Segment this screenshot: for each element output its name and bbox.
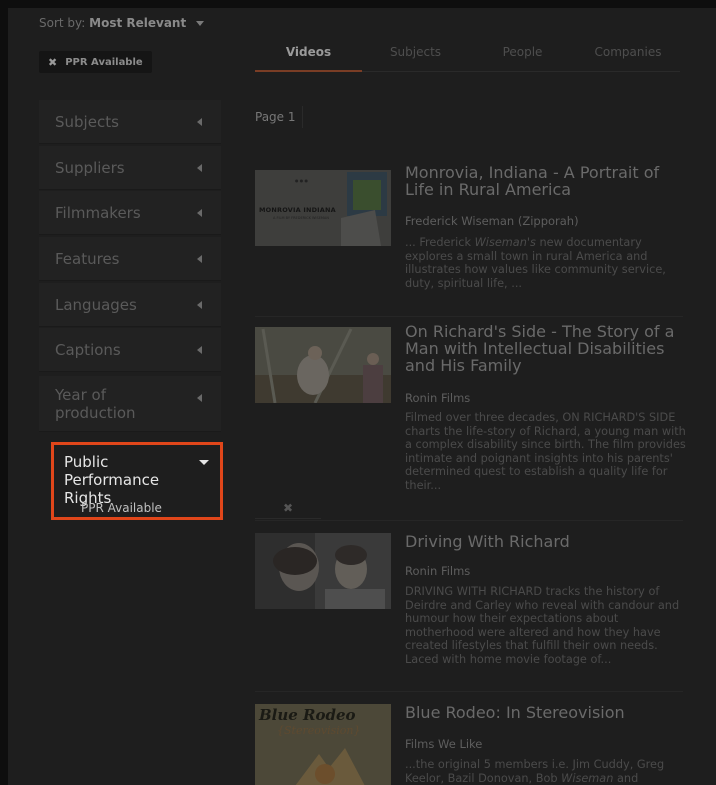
svg-text:● ● ●: ● ● ●: [295, 178, 309, 183]
result-title[interactable]: Blue Rodeo: In Stereovision: [405, 704, 685, 721]
facet-label: Year of production: [55, 386, 136, 422]
result-title[interactable]: On Richard's Side - The Story of a Man w…: [405, 323, 685, 374]
result-description: Filmed over three decades, ON RICHARD'S …: [405, 411, 686, 492]
result-description: DRIVING WITH RICHARD tracks the history …: [405, 585, 680, 666]
facet-label: Captions: [55, 340, 121, 359]
video-thumbnail[interactable]: [255, 533, 391, 609]
chevron-down-icon: [196, 21, 205, 26]
thumbnail-title: MONROVIA INDIANA: [259, 206, 336, 214]
result-title[interactable]: Driving With Richard: [405, 533, 685, 550]
caret-left-icon: [197, 117, 202, 126]
result-supplier[interactable]: Frederick Wiseman (Zipporah): [405, 214, 579, 228]
result-title[interactable]: Monrovia, Indiana - A Portrait of Life i…: [405, 164, 685, 198]
facet-filmmakers[interactable]: Filmmakers: [39, 191, 221, 235]
result-item[interactable]: On Richard's Side - The Story of a Man w…: [255, 316, 686, 492]
result-supplier[interactable]: Ronin Films: [405, 391, 470, 405]
close-icon[interactable]: ✖: [255, 499, 321, 519]
thumbnail-title: Blue Rodeo: [259, 706, 356, 724]
facet-label: Subjects: [55, 112, 119, 131]
caret-down-icon: [199, 460, 209, 465]
description-text: ... Frederick: [405, 236, 475, 249]
facet-label: Filmmakers: [55, 203, 141, 222]
facet-label: Suppliers: [55, 158, 125, 177]
thumbnail-image: [255, 533, 391, 609]
result-description: ...the original 5 members i.e. Jim Cuddy…: [405, 758, 686, 785]
caret-left-icon: [197, 300, 202, 309]
description-text: and: [613, 771, 639, 785]
description-emphasis: Wiseman's: [474, 236, 536, 249]
tab-companies[interactable]: Companies: [576, 38, 680, 72]
thumbnail-subtitle: A FILM BY FREDERICK WISEMAN: [273, 216, 329, 220]
facet-label: Public Performance Rights: [64, 453, 160, 507]
close-icon[interactable]: ✖: [48, 56, 57, 69]
sort-dropdown[interactable]: Sort by: Most Relevant: [39, 16, 205, 30]
caret-left-icon: [197, 394, 202, 402]
result-tabs: Videos Subjects People Companies: [255, 38, 680, 72]
facet-label: Languages: [55, 295, 137, 314]
tab-people[interactable]: People: [469, 38, 576, 72]
video-thumbnail[interactable]: Blue Rodeo {Stereovision}: [255, 704, 391, 785]
page-label: Page 1: [255, 106, 303, 128]
result-supplier[interactable]: Films We Like: [405, 737, 482, 751]
caret-left-icon: [197, 345, 202, 354]
facet-suppliers[interactable]: Suppliers: [39, 146, 221, 190]
result-supplier[interactable]: Ronin Films: [405, 564, 470, 578]
thumbnail-subtitle: {Stereovision}: [277, 724, 361, 737]
sort-value: Most Relevant: [89, 16, 187, 30]
facet-year-of-production[interactable]: Year of production: [39, 376, 221, 432]
caret-left-icon: [197, 254, 202, 263]
sort-prefix: Sort by:: [39, 16, 86, 30]
facet-languages[interactable]: Languages: [39, 283, 221, 327]
description-emphasis: Wiseman: [561, 771, 614, 785]
caret-left-icon: [197, 208, 202, 217]
result-item[interactable]: Driving With Richard Ronin Films DRIVING…: [255, 520, 683, 666]
thumbnail-image: [255, 327, 391, 403]
tab-subjects[interactable]: Subjects: [362, 38, 469, 72]
facet-label: Features: [55, 249, 120, 268]
video-thumbnail[interactable]: [255, 327, 391, 403]
active-filter-chip[interactable]: ✖ PPR Available: [39, 51, 152, 73]
result-description: ... Frederick Wiseman's new documentary …: [405, 236, 686, 290]
caret-left-icon: [197, 163, 202, 172]
tab-videos[interactable]: Videos: [255, 38, 362, 72]
facet-option-ppr-available[interactable]: PPR Available: [81, 501, 162, 515]
result-item[interactable]: Blue Rodeo {Stereovision} Blue Rodeo: In…: [255, 691, 683, 785]
video-thumbnail[interactable]: ● ● ● MONROVIA INDIANA A FILM BY FREDERI…: [255, 170, 391, 246]
facet-subjects[interactable]: Subjects: [39, 100, 221, 144]
facet-captions[interactable]: Captions: [39, 328, 221, 372]
facet-features[interactable]: Features: [39, 237, 221, 281]
facet-public-performance-rights[interactable]: Public Performance Rights PPR Available: [51, 442, 223, 520]
active-filter-label: PPR Available: [65, 56, 143, 68]
